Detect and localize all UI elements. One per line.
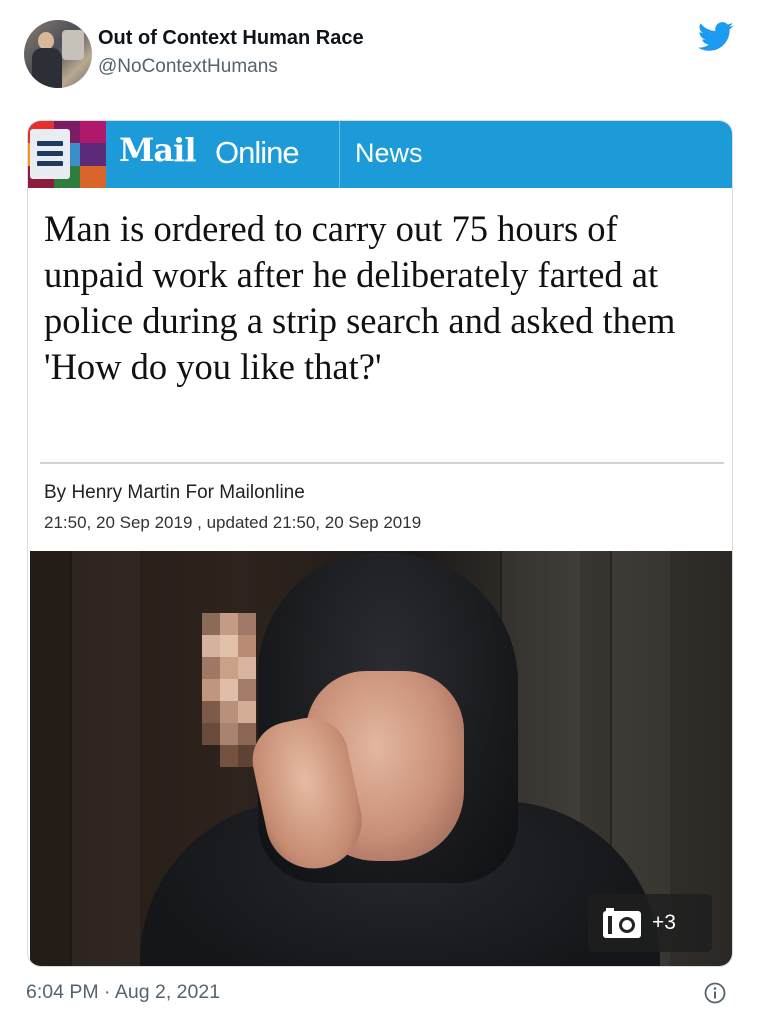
article-photo[interactable]: +3 (30, 551, 732, 966)
article-card[interactable]: Mail Online News Man is ordered to carry… (27, 120, 733, 967)
twitter-bird-icon[interactable] (698, 22, 734, 52)
article-byline: By Henry Martin For Mailonline (44, 482, 305, 503)
mail-logo[interactable]: Mail (119, 131, 196, 169)
article-headline[interactable]: Man is ordered to carry out 75 hours of … (44, 206, 704, 390)
online-logo[interactable]: Online (215, 135, 300, 171)
banner-divider (339, 121, 340, 188)
info-icon[interactable] (704, 982, 726, 1004)
display-name[interactable]: Out of Context Human Race (98, 27, 364, 50)
camera-icon (603, 908, 641, 938)
brand-color-block (28, 121, 106, 188)
article-dateline: 21:50, 20 Sep 2019 , updated 21:50, 20 S… (44, 513, 422, 532)
section-tab-news[interactable]: News (355, 138, 423, 169)
tweet-timestamp[interactable]: 6:04 PM · Aug 2, 2021 (26, 981, 220, 1004)
tweet-header: Out of Context Human Race @NoContextHuma… (0, 0, 758, 110)
avatar[interactable] (24, 20, 92, 88)
divider (40, 462, 724, 464)
mailonline-banner: Mail Online News (28, 121, 732, 188)
hamburger-menu-icon[interactable] (30, 129, 70, 179)
gallery-count: +3 (652, 911, 676, 934)
user-handle[interactable]: @NoContextHumans (98, 56, 278, 78)
gallery-button[interactable]: +3 (588, 894, 712, 952)
